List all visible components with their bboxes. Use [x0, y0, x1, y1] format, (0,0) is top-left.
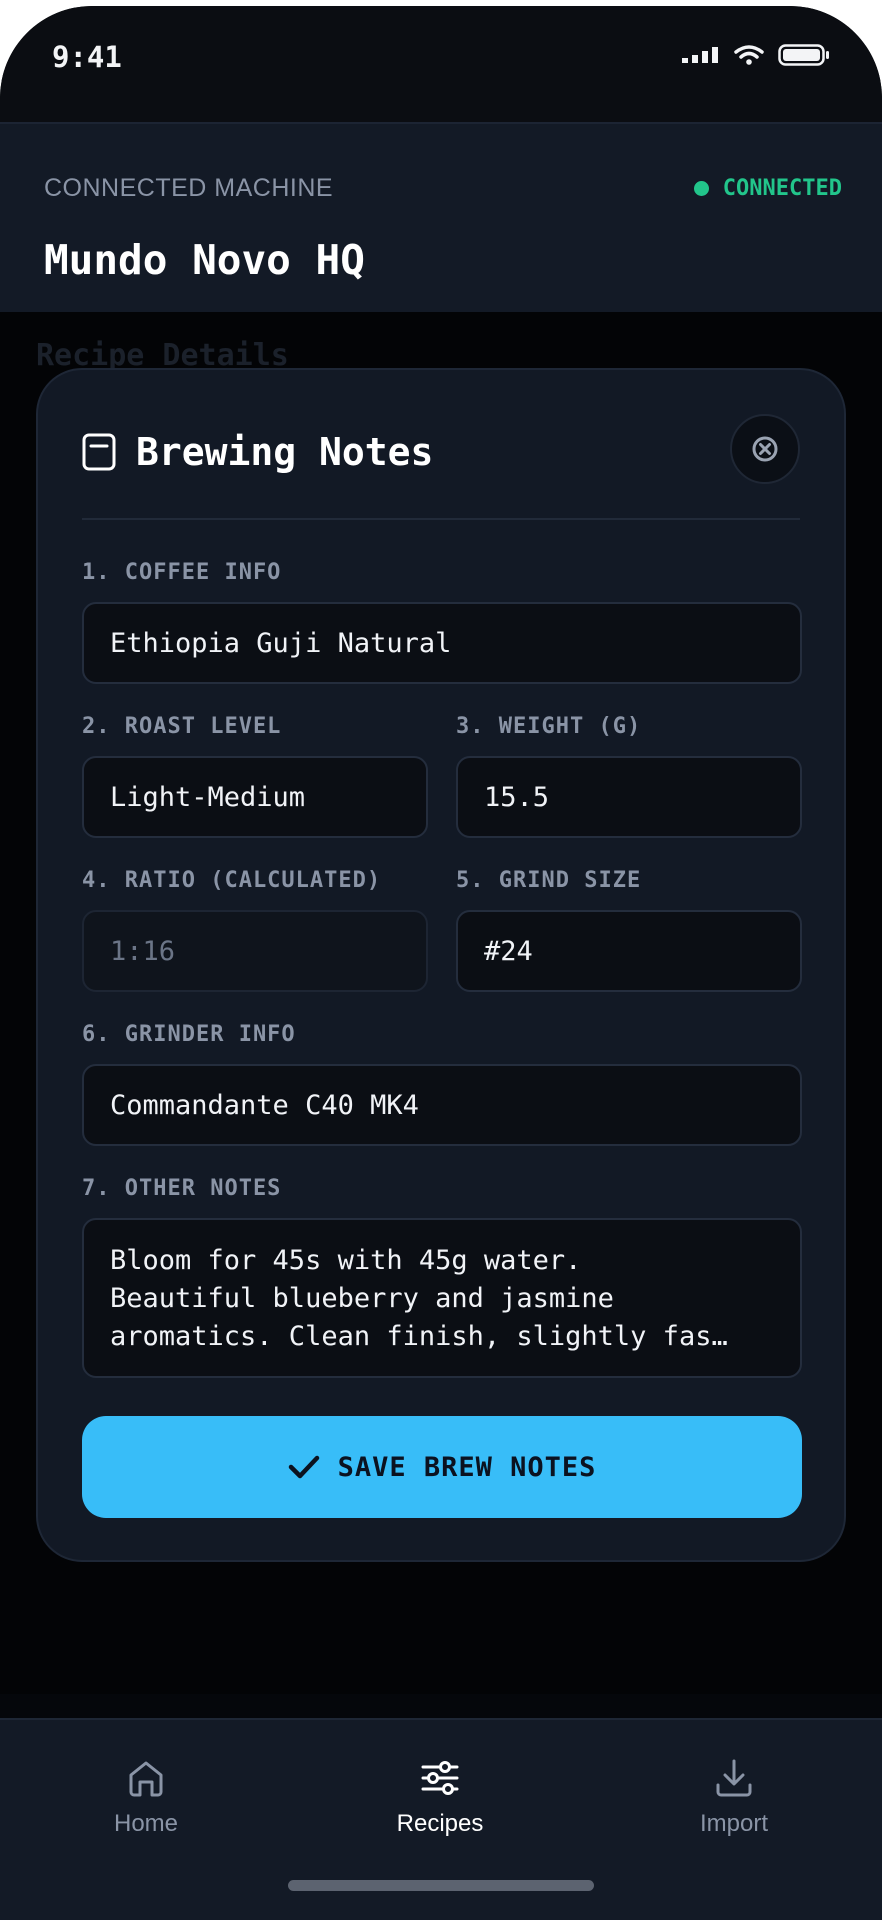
status-dot-icon [693, 181, 709, 196]
ratio-label: 4. RATIO (CALCULATED) [82, 868, 382, 893]
modal-header: Brewing Notes [82, 430, 433, 474]
coffee-info-label: 1. COFFEE INFO [82, 560, 282, 585]
save-button-label: SAVE BREW NOTES [337, 1451, 597, 1483]
grinder-info-field[interactable]: Commandante C40 MK4 [82, 1064, 802, 1146]
battery-icon [778, 44, 829, 66]
phone-screen: 9:41 CONNECTED MACHINE Mundo Novo HQ CON… [0, 6, 882, 1920]
home-indicator[interactable] [288, 1880, 594, 1891]
weight-label: 3. WEIGHT (G) [456, 714, 642, 739]
other-notes-label: 7. OTHER NOTES [82, 1176, 282, 1201]
tab-recipes[interactable]: Recipes [340, 1756, 540, 1838]
signal-icon [682, 47, 718, 63]
connection-status-text: CONNECTED [722, 176, 842, 201]
roast-level-field[interactable]: Light-Medium [82, 756, 428, 838]
home-icon [129, 1761, 163, 1797]
tab-recipes-label: Recipes [396, 1810, 484, 1837]
roast-level-label: 2. ROAST LEVEL [82, 714, 282, 739]
grinder-info-label: 6. GRINDER INFO [82, 1022, 296, 1047]
weight-field[interactable]: 15.5 [456, 756, 802, 838]
status-icons [682, 44, 830, 66]
brewing-notes-modal: Brewing Notes 1. COFFEE INFO Ethiopia Gu… [36, 368, 846, 1562]
connection-status: CONNECTED [693, 176, 842, 201]
status-bar: 9:41 [0, 6, 882, 122]
status-time: 9:41 [52, 40, 122, 74]
download-icon [716, 1759, 752, 1797]
tab-import[interactable]: Import [634, 1756, 834, 1838]
close-button[interactable] [730, 414, 800, 484]
tab-home[interactable]: Home [46, 1756, 246, 1838]
wifi-icon [734, 45, 764, 65]
machine-header: CONNECTED MACHINE Mundo Novo HQ CONNECTE… [0, 122, 882, 312]
machine-name: Mundo Novo HQ [44, 236, 365, 284]
coffee-info-field[interactable]: Ethiopia Guji Natural [82, 602, 802, 684]
header-label: CONNECTED MACHINE [44, 174, 334, 202]
check-icon [288, 1455, 319, 1479]
modal-title: Brewing Notes [136, 430, 434, 474]
modal-divider [82, 518, 800, 520]
ratio-field: 1:16 [82, 910, 428, 992]
tab-home-label: Home [113, 1810, 179, 1837]
save-brew-notes-button[interactable]: SAVE BREW NOTES [82, 1416, 802, 1518]
other-notes-textarea[interactable]: Bloom for 45s with 45g water. Beautiful … [82, 1218, 802, 1378]
sliders-icon [421, 1761, 459, 1795]
close-circle-icon [752, 436, 778, 462]
grind-size-label: 5. GRIND SIZE [456, 868, 642, 893]
grind-size-field[interactable]: #24 [456, 910, 802, 992]
document-icon [82, 433, 116, 471]
tab-import-label: Import [699, 1810, 768, 1837]
